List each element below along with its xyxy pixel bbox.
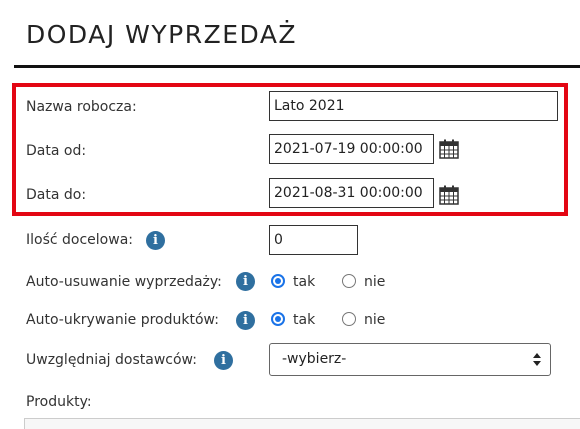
date-to-input[interactable]: 2021-08-31 00:00:00: [269, 178, 434, 208]
info-icon[interactable]: i: [236, 311, 255, 330]
info-icon[interactable]: i: [214, 351, 233, 370]
auto-hide-yes-label[interactable]: tak: [293, 311, 315, 329]
working-name-input[interactable]: Lato 2021: [269, 91, 558, 121]
products-label: Produkty:: [26, 394, 92, 410]
auto-remove-no-label[interactable]: nie: [364, 273, 385, 291]
suppliers-select-value: -wybierz-: [282, 351, 347, 367]
auto-hide-no-radio[interactable]: [342, 312, 356, 326]
auto-hide-no-label[interactable]: nie: [364, 311, 385, 329]
products-list[interactable]: [24, 418, 580, 429]
chevron-up-down-icon: [533, 353, 541, 366]
auto-hide-products-label: Auto-ukrywanie produktów:: [26, 312, 219, 328]
date-from-label: Data od:: [26, 143, 87, 159]
title-divider: [14, 65, 580, 68]
date-from-input[interactable]: 2021-07-19 00:00:00: [269, 134, 434, 164]
auto-remove-yes-radio[interactable]: [271, 274, 285, 288]
page-title: DODAJ WYPRZEDAŻ: [26, 20, 298, 49]
calendar-icon[interactable]: [439, 185, 459, 205]
target-quantity-label: Ilość docelowa:: [26, 232, 133, 248]
working-name-label: Nazwa robocza:: [26, 99, 137, 115]
auto-remove-no-radio[interactable]: [342, 274, 356, 288]
info-icon[interactable]: i: [146, 231, 165, 250]
auto-remove-sale-label: Auto-usuwanie wyprzedaży:: [26, 274, 222, 290]
include-suppliers-label: Uwzględniaj dostawców:: [26, 352, 197, 368]
auto-hide-yes-radio[interactable]: [271, 312, 285, 326]
calendar-icon[interactable]: [439, 139, 459, 159]
auto-remove-yes-label[interactable]: tak: [293, 273, 315, 291]
suppliers-select[interactable]: -wybierz-: [269, 343, 551, 376]
target-quantity-input[interactable]: 0: [269, 225, 358, 255]
info-icon[interactable]: i: [236, 272, 255, 291]
date-to-label: Data do:: [26, 187, 87, 203]
